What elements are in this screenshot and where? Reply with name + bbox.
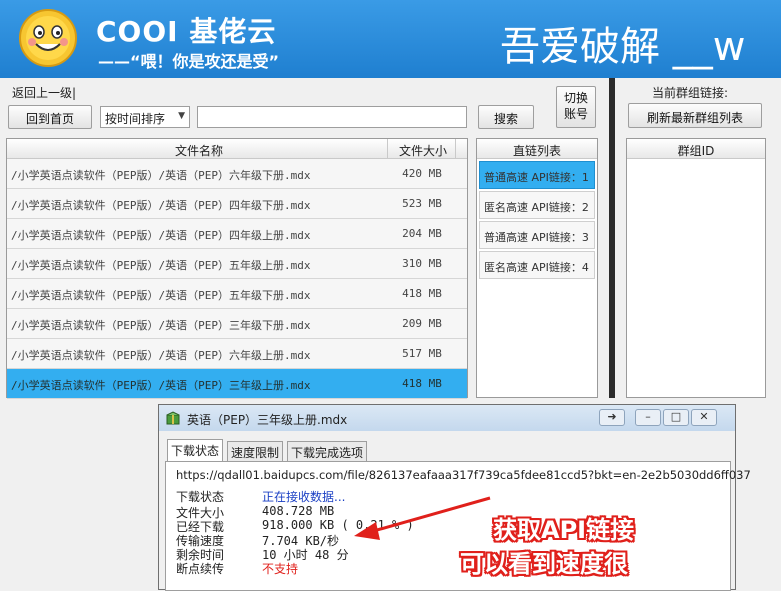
dialog-titlebar[interactable]: 英语（PEP）三年级上册.mdx ➜ – □ ✕ bbox=[159, 405, 735, 431]
file-name: /小学英语点读软件（PEP版）/英语（PEP）六年级下册.mdx bbox=[11, 169, 311, 182]
dialog-title: 英语（PEP）三年级上册.mdx bbox=[187, 413, 348, 427]
file-name: /小学英语点读软件（PEP版）/英语（PEP）五年级上册.mdx bbox=[11, 259, 311, 272]
refresh-group-button[interactable]: 刷新最新群组列表 bbox=[628, 103, 762, 128]
column-divider bbox=[455, 139, 456, 159]
watermark-text: 吾爱破解 __w bbox=[500, 24, 746, 70]
field-value: 408.728 MB bbox=[262, 504, 335, 518]
file-list-header: 文件名称 文件大小 bbox=[7, 139, 467, 159]
file-size: 418 MB bbox=[402, 377, 442, 390]
file-size: 523 MB bbox=[402, 197, 442, 210]
table-row[interactable]: /小学英语点读软件（PEP版）/英语（PEP）三年级下册.mdx 209 MB bbox=[7, 309, 467, 339]
file-size: 517 MB bbox=[402, 347, 442, 360]
package-icon bbox=[166, 411, 180, 425]
home-button[interactable]: 回到首页 bbox=[8, 105, 92, 129]
file-name: /小学英语点读软件（PEP版）/英语（PEP）三年级上册.mdx bbox=[11, 379, 311, 392]
maximize-icon[interactable]: □ bbox=[663, 409, 689, 426]
minimize-icon[interactable]: – bbox=[635, 409, 661, 426]
arrow-right-icon[interactable]: ➜ bbox=[599, 409, 625, 426]
resume-label: 断点续传 bbox=[176, 562, 225, 576]
column-divider bbox=[387, 139, 388, 159]
file-size: 310 MB bbox=[402, 257, 442, 270]
file-list: 文件名称 文件大小 /小学英语点读软件（PEP版）/英语（PEP）六年级下册.m… bbox=[6, 138, 468, 399]
link-item[interactable]: 普通高速 API链接：3 bbox=[479, 221, 595, 249]
file-size: 418 MB bbox=[402, 287, 442, 300]
file-name: /小学英语点读软件（PEP版）/英语（PEP）四年级上册.mdx bbox=[11, 229, 311, 242]
file-name: /小学英语点读软件（PEP版）/英语（PEP）六年级上册.mdx bbox=[11, 349, 311, 362]
tab-complete-options[interactable]: 下载完成选项 bbox=[287, 441, 368, 461]
column-header-size[interactable]: 文件大小 bbox=[399, 142, 447, 159]
table-row[interactable]: /小学英语点读软件（PEP版）/英语（PEP）六年级下册.mdx 420 MB bbox=[7, 159, 467, 189]
back-link[interactable]: 返回上一级| bbox=[12, 84, 76, 101]
sort-select[interactable]: 按时间排序 ▼ bbox=[100, 106, 190, 128]
link-item[interactable]: 匿名高速 API链接：2 bbox=[479, 191, 595, 219]
tab-speed-limit[interactable]: 速度限制 bbox=[227, 441, 284, 461]
sort-select-value: 按时间排序 bbox=[105, 112, 166, 126]
resume-value: 不支持 bbox=[262, 562, 299, 576]
link-item[interactable]: 匿名高速 API链接：4 bbox=[479, 251, 595, 279]
group-list: 群组ID bbox=[626, 138, 766, 398]
search-button[interactable]: 搜索 bbox=[478, 105, 534, 129]
chevron-down-icon: ▼ bbox=[178, 111, 185, 121]
panel-splitter[interactable] bbox=[609, 78, 615, 398]
status-value: 正在接收数据... bbox=[262, 490, 346, 504]
download-url: https://qdall01.baidupcs.com/file/826137… bbox=[176, 468, 751, 482]
switch-account-button[interactable]: 切换账号 bbox=[556, 86, 596, 128]
search-input[interactable] bbox=[197, 106, 467, 128]
table-row[interactable]: /小学英语点读软件（PEP版）/英语（PEP）六年级上册.mdx 517 MB bbox=[7, 339, 467, 369]
tab-download-status[interactable]: 下载状态 bbox=[167, 439, 224, 462]
smiley-logo-icon bbox=[19, 9, 77, 67]
brand-title: COOI 基佬云 bbox=[96, 15, 277, 48]
file-size: 204 MB bbox=[402, 227, 442, 240]
brand-slogan: ——“喂！你是攻还是受” bbox=[98, 52, 280, 71]
file-size: 209 MB bbox=[402, 317, 442, 330]
table-row[interactable]: /小学英语点读软件（PEP版）/英语（PEP）五年级下册.mdx 418 MB bbox=[7, 279, 467, 309]
table-row-selected[interactable]: /小学英语点读软件（PEP版）/英语（PEP）三年级上册.mdx 418 MB bbox=[7, 369, 467, 399]
file-size: 420 MB bbox=[402, 167, 442, 180]
group-link-label: 当前群组链接: bbox=[652, 86, 729, 100]
close-icon[interactable]: ✕ bbox=[691, 409, 717, 426]
link-item[interactable]: 普通高速 API链接：1 bbox=[479, 161, 595, 189]
column-header-name[interactable]: 文件名称 bbox=[175, 142, 223, 159]
file-name: /小学英语点读软件（PEP版）/英语（PEP）五年级下册.mdx bbox=[11, 289, 311, 302]
file-name: /小学英语点读软件（PEP版）/英语（PEP）四年级下册.mdx bbox=[11, 199, 311, 212]
annotation-line-2: 可以看到速度很 bbox=[460, 550, 628, 578]
table-row[interactable]: /小学英语点读软件（PEP版）/英语（PEP）五年级上册.mdx 310 MB bbox=[7, 249, 467, 279]
link-list: 直链列表 普通高速 API链接：1 匿名高速 API链接：2 普通高速 API链… bbox=[476, 138, 598, 398]
link-list-header: 直链列表 bbox=[477, 139, 597, 159]
annotation-arrow-icon bbox=[354, 496, 491, 540]
annotation-line-1: 获取API链接 bbox=[493, 516, 635, 544]
table-row[interactable]: /小学英语点读软件（PEP版）/英语（PEP）四年级下册.mdx 523 MB bbox=[7, 189, 467, 219]
file-name: /小学英语点读软件（PEP版）/英语（PEP）三年级下册.mdx bbox=[11, 319, 311, 332]
status-label: 下载状态 bbox=[176, 490, 225, 504]
table-row[interactable]: /小学英语点读软件（PEP版）/英语（PEP）四年级上册.mdx 204 MB bbox=[7, 219, 467, 249]
group-list-header: 群组ID bbox=[627, 139, 765, 159]
